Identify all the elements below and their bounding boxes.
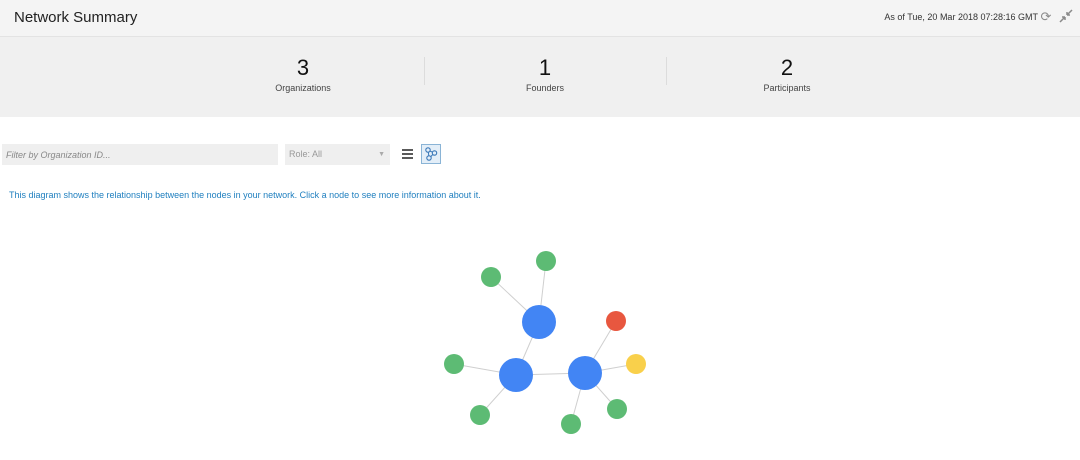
- edges: [453, 260, 637, 425]
- organization-node[interactable]: [522, 305, 556, 339]
- organization-node[interactable]: [568, 356, 602, 390]
- peer-node[interactable]: [470, 405, 490, 425]
- peer-node[interactable]: [481, 267, 501, 287]
- peer-node[interactable]: [444, 354, 464, 374]
- nodes: [444, 251, 646, 434]
- ca-node[interactable]: [626, 354, 646, 374]
- peer-node[interactable]: [536, 251, 556, 271]
- organization-node[interactable]: [499, 358, 533, 392]
- network-diagram: [444, 251, 646, 434]
- peer-node[interactable]: [607, 399, 627, 419]
- peer-node[interactable]: [561, 414, 581, 434]
- orderer-node[interactable]: [606, 311, 626, 331]
